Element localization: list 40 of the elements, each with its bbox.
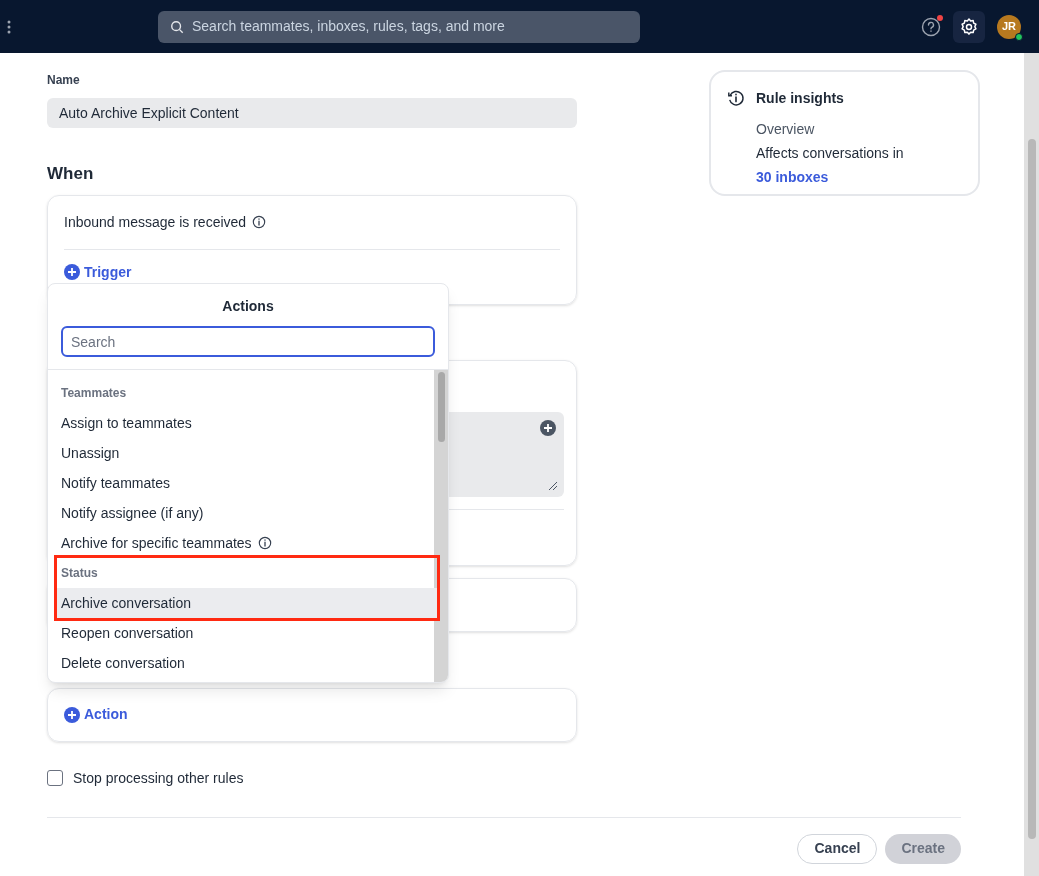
scrollbar[interactable] xyxy=(1024,53,1039,876)
search-icon xyxy=(170,19,184,34)
menu-title: Actions xyxy=(222,297,274,316)
menu-item[interactable]: Notify teammates xyxy=(48,468,434,498)
group-heading: Teammates xyxy=(60,385,128,402)
menu-item[interactable]: Unassign xyxy=(48,438,434,468)
checkbox[interactable] xyxy=(47,770,63,786)
cancel-button[interactable]: Cancel xyxy=(797,833,878,864)
add-trigger-link[interactable]: Trigger xyxy=(84,261,132,283)
more-icon[interactable] xyxy=(6,18,12,35)
menu-item[interactable]: Notify assignee (if any) xyxy=(48,498,434,528)
add-action-link[interactable]: Action xyxy=(84,704,128,725)
card-subtitle: Overview xyxy=(756,120,816,139)
info-icon xyxy=(252,215,267,229)
field-label: Name xyxy=(47,72,81,89)
name-field[interactable]: Auto Archive Explicit Content xyxy=(47,98,577,128)
inboxes-link[interactable]: 30 inboxes xyxy=(756,167,904,188)
plus-icon xyxy=(64,264,80,280)
plus-icon xyxy=(540,419,556,436)
menu-item[interactable]: Archive conversation xyxy=(57,588,437,618)
card-title: Rule insights xyxy=(756,89,845,108)
menu-item[interactable]: Reopen conversation xyxy=(48,618,434,648)
checkbox-label: Stop processing other rules xyxy=(73,768,244,788)
history-icon xyxy=(727,89,745,107)
search-input[interactable]: Search xyxy=(61,326,435,357)
scrollbar[interactable] xyxy=(434,370,448,682)
settings-button[interactable] xyxy=(953,10,985,43)
group-heading: Status xyxy=(60,565,99,582)
trigger-text: Inbound message is received xyxy=(64,212,247,232)
info-icon xyxy=(257,536,272,550)
avatar[interactable]: JR xyxy=(997,14,1021,39)
menu-item[interactable]: Delete conversation xyxy=(48,648,434,678)
card-text: Affects conversations in xyxy=(756,144,904,163)
settings-icon xyxy=(959,16,979,37)
help-icon[interactable] xyxy=(921,16,941,37)
menu-item[interactable]: Archive for specific teammates xyxy=(48,528,434,558)
plus-icon xyxy=(64,706,80,723)
menu-item[interactable]: Assign to teammates xyxy=(48,408,434,438)
section-heading: When xyxy=(47,163,95,185)
search-field[interactable]: Search teammates, inboxes, rules, tags, and more xyxy=(158,10,640,43)
